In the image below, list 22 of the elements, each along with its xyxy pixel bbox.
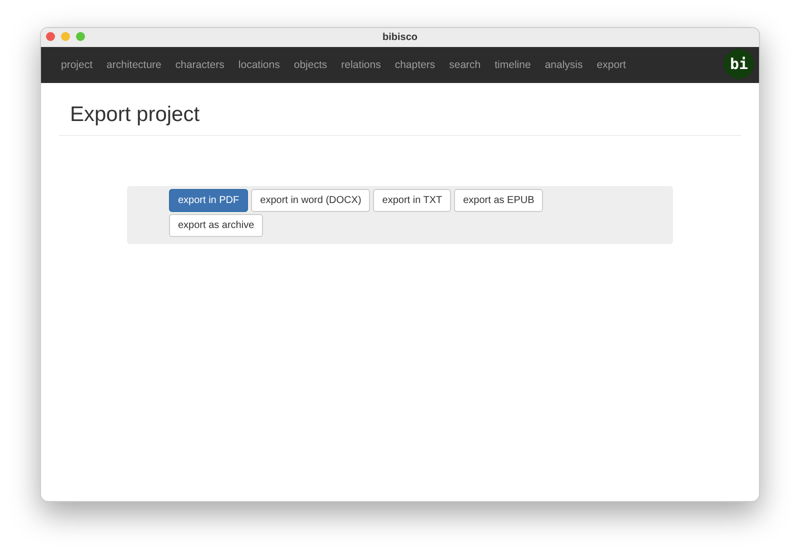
window-title: bibisco <box>382 32 418 43</box>
page-title: Export project <box>59 83 741 136</box>
app-logo: bi <box>724 49 754 79</box>
nav-link[interactable]: search <box>442 59 488 71</box>
close-icon[interactable] <box>46 32 55 41</box>
nav-link[interactable]: export <box>590 59 633 71</box>
export-button[interactable]: export in TXT <box>373 189 452 212</box>
nav-link[interactable]: chapters <box>388 59 442 71</box>
nav-link[interactable]: architecture <box>100 59 168 71</box>
zoom-icon[interactable] <box>76 32 85 41</box>
nav-link[interactable]: timeline <box>488 59 538 71</box>
export-button[interactable]: export as archive <box>169 214 264 237</box>
export-button[interactable]: export in PDF <box>169 189 248 212</box>
nav-link[interactable]: relations <box>334 59 388 71</box>
nav-link[interactable]: locations <box>231 59 287 71</box>
export-button[interactable]: export in word (DOCX) <box>251 189 370 212</box>
nav-link[interactable]: analysis <box>538 59 590 71</box>
nav-link[interactable]: characters <box>168 59 232 71</box>
export-button[interactable]: export as EPUB <box>454 189 544 212</box>
nav-link[interactable]: project <box>54 59 100 71</box>
nav-link[interactable]: objects <box>286 59 334 71</box>
minimize-icon[interactable] <box>61 32 70 41</box>
